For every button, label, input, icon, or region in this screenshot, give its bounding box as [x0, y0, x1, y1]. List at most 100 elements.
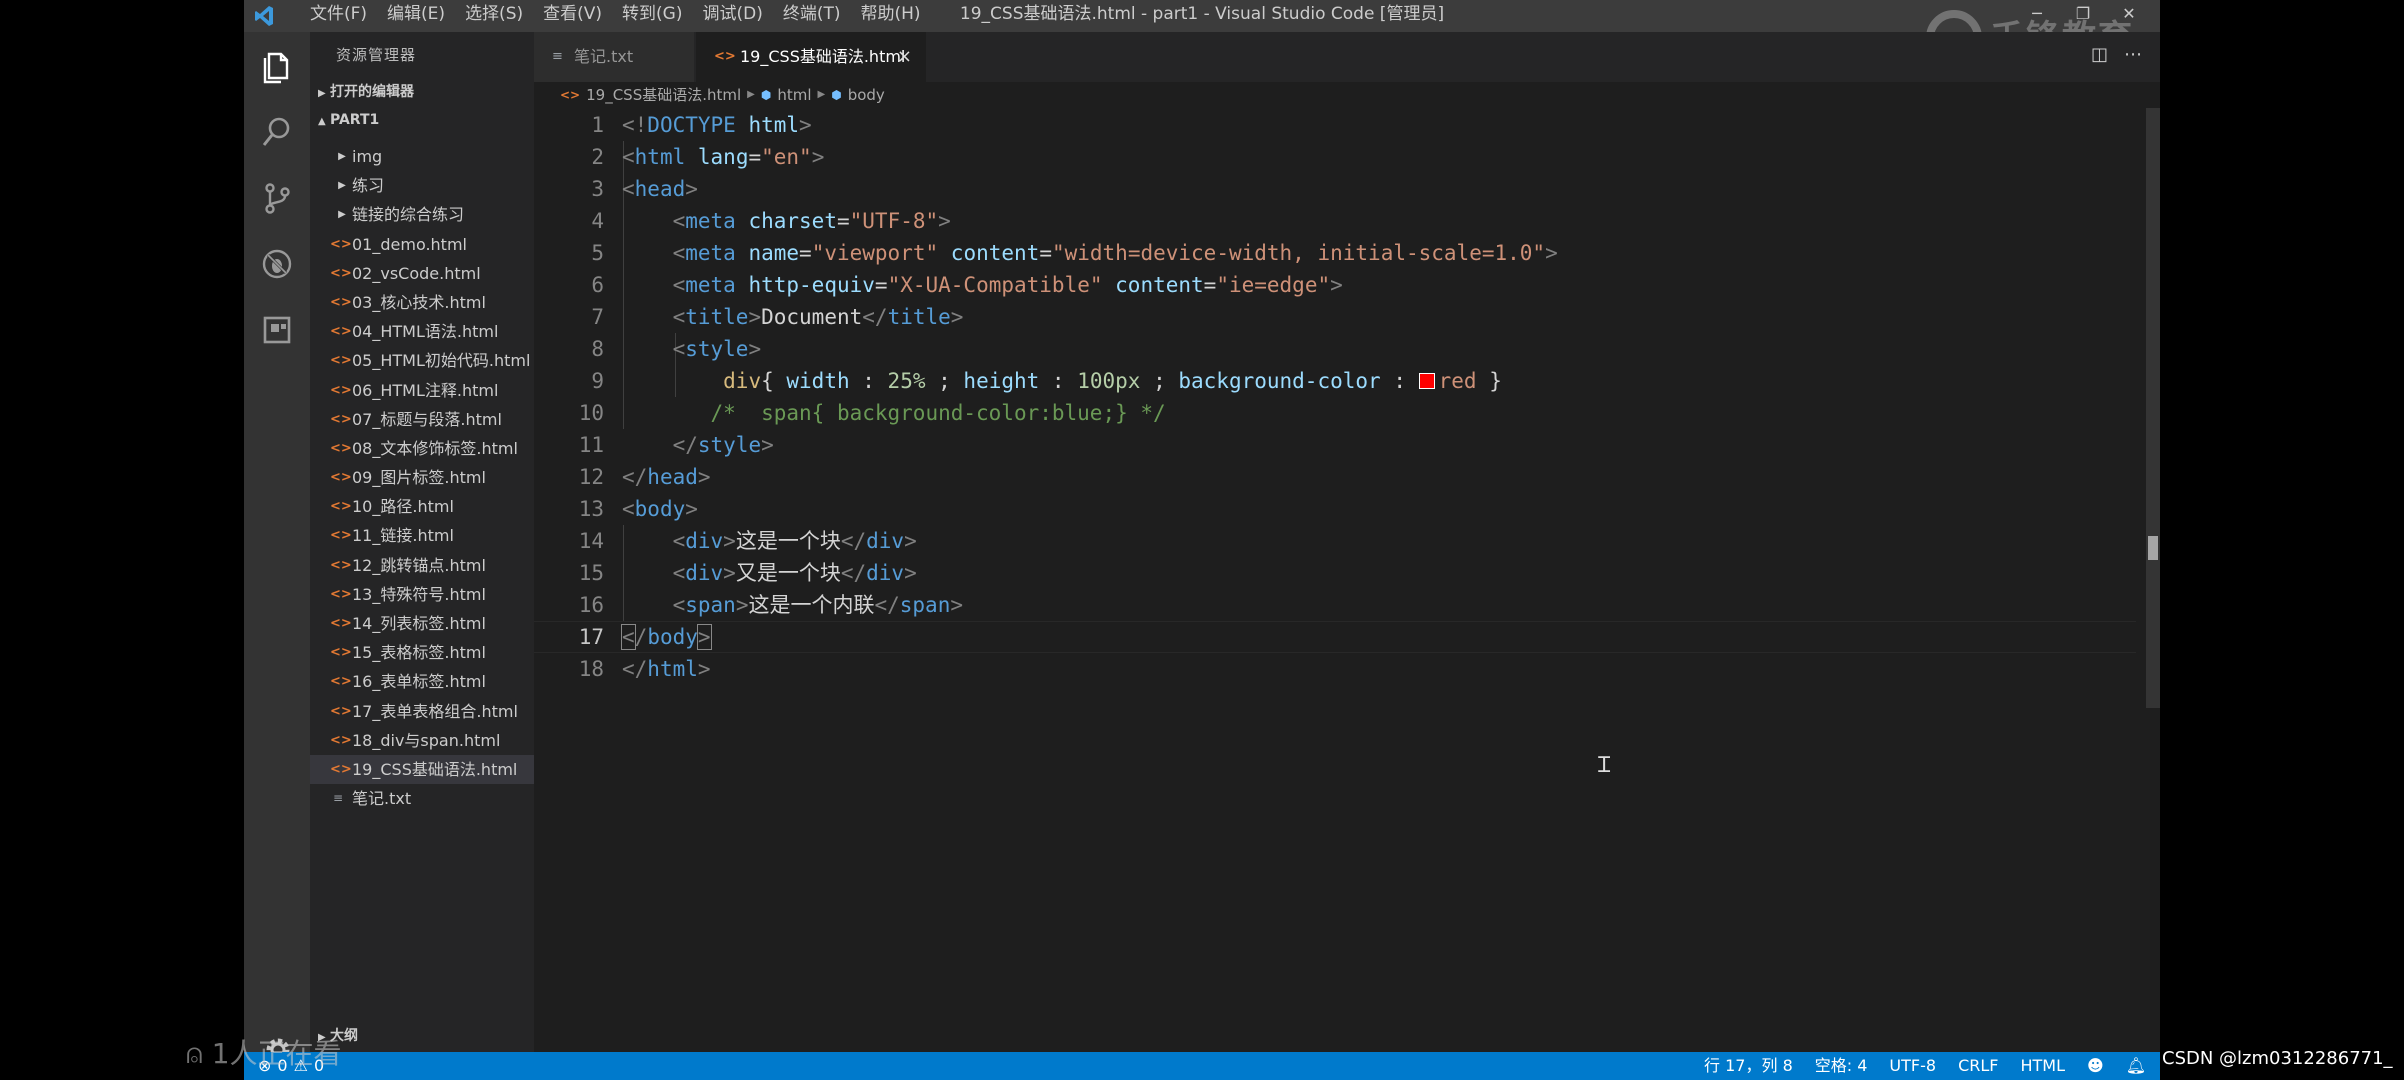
html-file-icon: <>	[330, 294, 352, 310]
tree-item-label: 19_CSS基础语法.html	[352, 759, 518, 779]
line-number: 16	[578, 593, 604, 617]
line-number: 18	[578, 657, 604, 681]
extensions-icon[interactable]	[257, 310, 297, 350]
tree-file[interactable]: <> 11_链接.html	[310, 521, 534, 550]
tree-file[interactable]: <> 08_文本修饰标签.html	[310, 434, 534, 463]
sidebar-title: 资源管理器	[336, 46, 417, 64]
tree-item-label: 练习	[352, 176, 385, 196]
open-editors-header[interactable]: ▶ 打开的编辑器	[310, 78, 534, 106]
menu-go[interactable]: 转到(G)	[612, 0, 692, 32]
status-bar: ⊗ 0 ⚠ 0 行 17，列 8 空格: 4 UTF-8 CRLF HTML ☻…	[244, 1052, 2160, 1080]
tree-item-label: 15_表格标签.html	[352, 643, 486, 663]
element-icon: ⬢	[831, 88, 842, 102]
open-editors-label: 打开的编辑器	[330, 84, 414, 100]
tree-file[interactable]: <> 17_表单表格组合.html	[310, 697, 534, 726]
code-text: <style>	[672, 337, 762, 361]
tree-file[interactable]: <> 02_vsCode.html	[310, 259, 534, 288]
bell-icon[interactable]: 🔔︎	[2126, 1052, 2146, 1080]
breadcrumb-body[interactable]: body	[848, 82, 885, 108]
line-number: 14	[578, 529, 604, 553]
csdn-credit: CSDN @lzm0312286771_	[2162, 1048, 2393, 1069]
menu-selection[interactable]: 选择(S)	[455, 0, 533, 32]
tree-item-label: 06_HTML注释.html	[352, 380, 499, 400]
restore-icon[interactable]: ❐	[2060, 0, 2106, 28]
tree-file[interactable]: <> 04_HTML语法.html	[310, 317, 534, 346]
tree-file[interactable]: <> 01_demo.html	[310, 230, 534, 259]
search-icon[interactable]	[257, 112, 297, 152]
code-text: </style>	[672, 433, 774, 457]
breadcrumb-html[interactable]: html	[777, 82, 811, 108]
debug-icon[interactable]	[257, 244, 297, 284]
color-swatch-icon[interactable]	[1418, 373, 1435, 389]
tree-item-label: 12_跳转锚点.html	[352, 555, 486, 575]
tree-file[interactable]: <> 16_表单标签.html	[310, 667, 534, 696]
menu-help[interactable]: 帮助(H)	[851, 0, 931, 32]
tab-notes[interactable]: ≡ 笔记.txt	[534, 32, 694, 82]
tree-file[interactable]: <> 09_图片标签.html	[310, 463, 534, 492]
tree-item-label: 14_列表标签.html	[352, 614, 486, 633]
tree-file[interactable]: <> 19_CSS基础语法.html	[310, 754, 534, 785]
menu-debug[interactable]: 调试(D)	[692, 0, 772, 32]
code-line-current: 17 </body>	[534, 621, 2136, 653]
tab-css-basics[interactable]: <> 19_CSS基础语法.html ×	[696, 32, 926, 82]
tree-item-label: img	[352, 147, 383, 166]
line-number: 12	[578, 465, 604, 489]
menu-edit[interactable]: 编辑(E)	[377, 0, 455, 32]
code-text: <body>	[622, 497, 698, 521]
code-line: 5 <meta name="viewport" content="width=d…	[534, 237, 2136, 269]
feedback-smiley-icon[interactable]: ☻	[2087, 1052, 2104, 1080]
line-number: 7	[591, 305, 604, 329]
line-number: 13	[578, 497, 604, 521]
cursor-position[interactable]: 行 17，列 8	[1704, 1052, 1793, 1080]
code-text: <meta name="viewport" content="width=dev…	[672, 241, 1558, 265]
outline-header[interactable]: ▶ 大纲	[310, 1022, 534, 1050]
tree-file[interactable]: <> 14_列表标签.html	[310, 609, 534, 638]
tree-file[interactable]: <> 12_跳转锚点.html	[310, 551, 534, 580]
tree-item-label: 07_标题与段落.html	[352, 409, 502, 429]
tree-file[interactable]: <> 03_核心技术.html	[310, 288, 534, 317]
menu-file[interactable]: 文件(F)	[300, 0, 377, 32]
encoding[interactable]: UTF-8	[1889, 1052, 1936, 1080]
close-window-icon[interactable]: ✕	[2106, 0, 2152, 28]
scrollbar-thumb[interactable]	[2148, 536, 2158, 560]
code-line: 3 <head>	[534, 173, 2136, 205]
live-viewers-overlay: ⍝ 1人正在看	[186, 1032, 342, 1072]
split-editor-icon[interactable]: ◫	[2091, 44, 2108, 65]
folder-header[interactable]: ▲ PART1	[310, 106, 534, 134]
window-controls: ─ ❐ ✕	[2014, 0, 2152, 28]
txt-file-icon: ≡	[552, 49, 563, 64]
tree-file[interactable]: <> 05_HTML初始代码.html	[310, 346, 534, 375]
activity-bar	[244, 32, 310, 1062]
tree-folder[interactable]: ▶ 链接的综合练习	[310, 200, 534, 229]
vscode-logo-icon	[255, 6, 273, 26]
chevron-right-icon: ▶	[338, 180, 346, 192]
menu-terminal[interactable]: 终端(T)	[773, 0, 851, 32]
code-line: 16 <span>这是一个内联</span>	[534, 589, 2136, 621]
source-control-icon[interactable]	[257, 178, 297, 218]
line-ending[interactable]: CRLF	[1958, 1052, 1998, 1080]
tree-folder[interactable]: ▶ img	[310, 142, 534, 171]
html-file-icon: <>	[330, 616, 352, 631]
code-editor[interactable]: 1 <!DOCTYPE html> 2 <html lang="en"> 3 <hea…	[534, 109, 2136, 1009]
tree-folder[interactable]: ▶ 练习	[310, 171, 534, 200]
explorer-icon[interactable]	[257, 46, 297, 86]
tree-file[interactable]: <> 06_HTML注释.html	[310, 376, 534, 405]
vertical-scrollbar[interactable]	[2146, 108, 2160, 708]
tree-file[interactable]: <> 13_特殊符号.html	[310, 580, 534, 609]
tree-file[interactable]: <> 18_div与span.html	[310, 726, 534, 755]
more-actions-icon[interactable]: ⋯	[2124, 44, 2142, 65]
minimize-icon[interactable]: ─	[2014, 0, 2060, 28]
tree-file[interactable]: <> 10_路径.html	[310, 492, 534, 521]
close-icon[interactable]: ×	[897, 32, 912, 82]
tree-file[interactable]: ≡ 笔记.txt	[310, 784, 534, 813]
tree-file[interactable]: <> 07_标题与段落.html	[310, 405, 534, 434]
file-tree: ▶ img ▶ 练习 ▶ 链接的综合练习 <> 01_demo.html <> 02_vsCode…	[310, 142, 534, 813]
menu-view[interactable]: 查看(V)	[533, 0, 612, 32]
breadcrumb-file[interactable]: 19_CSS基础语法.html	[586, 82, 741, 108]
indentation[interactable]: 空格: 4	[1815, 1052, 1868, 1080]
tree-item-label: 09_图片标签.html	[352, 468, 486, 488]
tree-file[interactable]: <> 15_表格标签.html	[310, 638, 534, 667]
language-mode[interactable]: HTML	[2020, 1052, 2065, 1080]
html-file-icon: <>	[330, 411, 352, 427]
tree-item-label: 02_vsCode.html	[352, 263, 481, 283]
